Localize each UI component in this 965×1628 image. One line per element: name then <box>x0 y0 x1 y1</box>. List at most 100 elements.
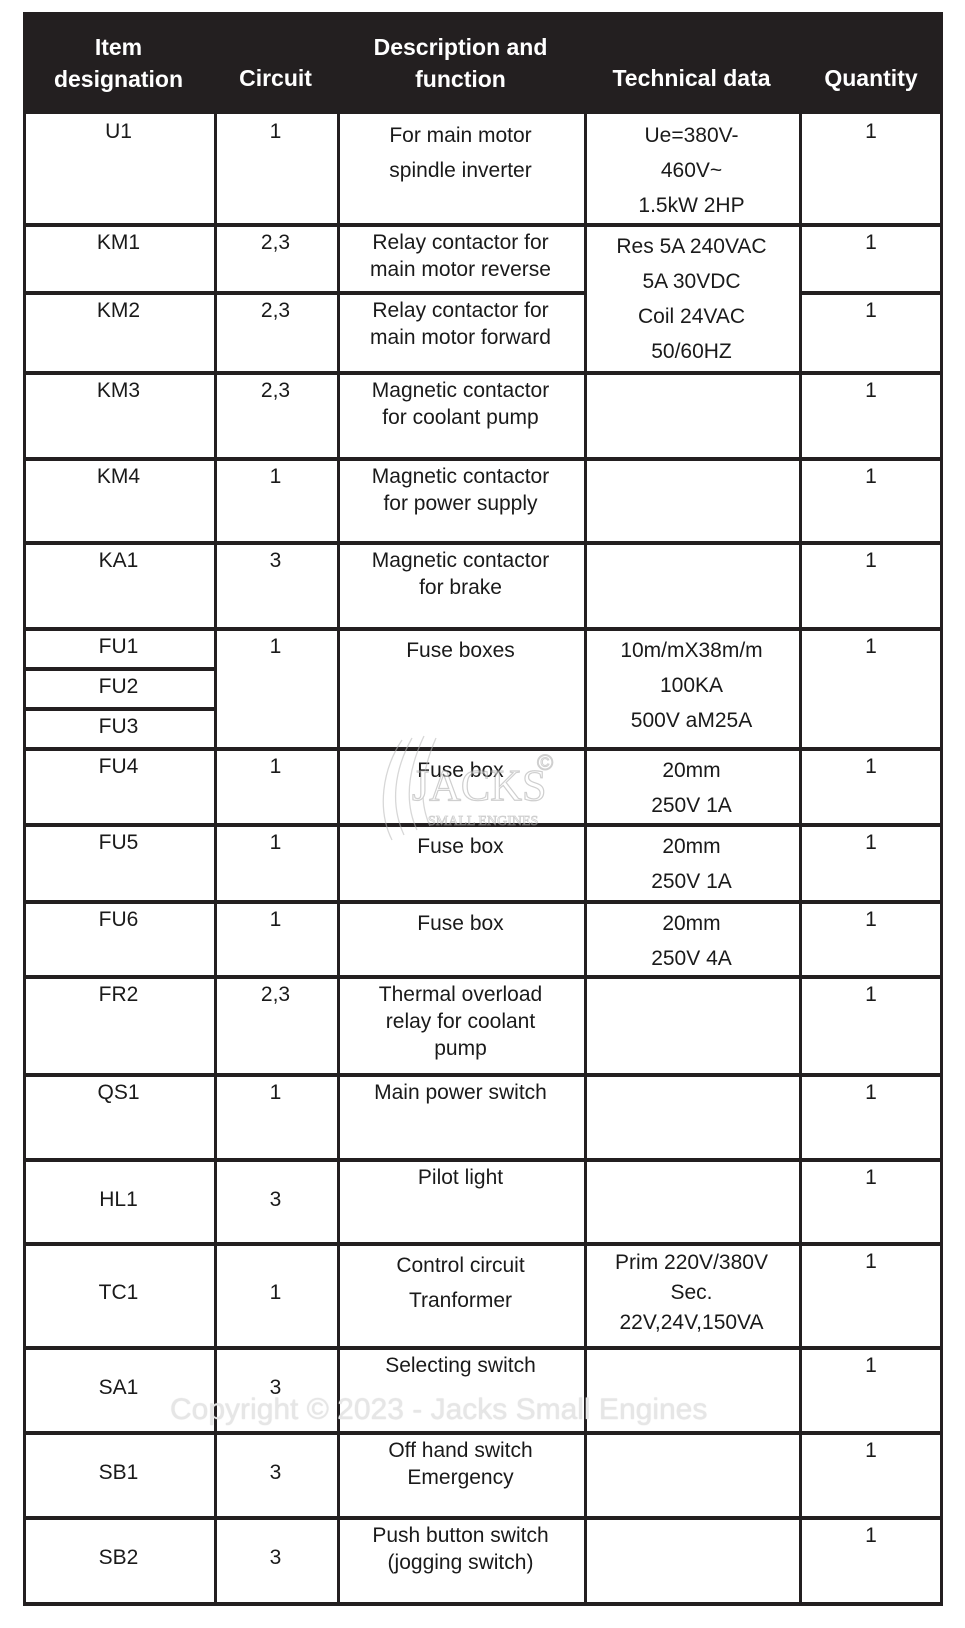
header-text: Description and <box>373 34 548 60</box>
quantity-text: 1 <box>865 120 877 143</box>
item-designation: KM1 <box>23 229 214 256</box>
circuit: 1 <box>214 1279 337 1306</box>
description-line: main motor reverse <box>370 258 551 281</box>
technical-data-line: Res 5A 240VAC <box>616 235 767 258</box>
circuit-text: 2,3 <box>260 379 291 402</box>
circuit: 3 <box>214 1374 337 1401</box>
item-designation-line: KM4 <box>96 465 141 488</box>
quantity-text: 1 <box>865 831 877 854</box>
row-divider <box>23 1431 943 1435</box>
technical-data-line: Sec. <box>670 1281 713 1304</box>
description: Main power switch <box>337 1079 584 1106</box>
quantity-text: 1 <box>865 1250 877 1273</box>
description-line: Thermal overload <box>378 983 543 1006</box>
circuit-text: 3 <box>269 1546 282 1569</box>
item-designation-line: U1 <box>105 120 132 143</box>
column-divider <box>799 114 802 1604</box>
item-designation-line: HL1 <box>99 1188 138 1211</box>
description-line: for coolant pump <box>382 406 539 429</box>
item-designation-line: FU6 <box>98 908 139 931</box>
technical-data-line: 20mm <box>662 912 721 935</box>
description: Magnetic contactor for brake <box>337 547 584 601</box>
description-line: Magnetic contactor <box>371 549 550 572</box>
quantity-text: 1 <box>865 755 877 778</box>
item-designation: SB1 <box>23 1459 214 1486</box>
circuit-text: 3 <box>269 1461 282 1484</box>
quantity-text: 1 <box>865 299 877 322</box>
row-divider <box>23 541 943 545</box>
item-designation-text: FU3 <box>98 715 139 738</box>
circuit: 1 <box>214 633 337 660</box>
description-line: Fuse box <box>417 759 504 782</box>
header-technical-data: Technical data <box>584 12 799 114</box>
technical-data-line: 100KA <box>659 674 724 697</box>
circuit: 2,3 <box>214 297 337 324</box>
circuit: 1 <box>214 906 337 933</box>
technical-data-line: 500V aM25A <box>630 709 753 732</box>
quantity-text: 1 <box>865 635 877 658</box>
quantity: 1 <box>799 753 943 780</box>
circuit-text: 1 <box>269 1081 282 1104</box>
item-designation-line: FR2 <box>98 983 139 1006</box>
quantity-text: 1 <box>865 379 877 402</box>
technical-data-line: Prim 220V/380V <box>615 1251 768 1274</box>
item-designation: FU1 <box>23 633 214 660</box>
row-divider <box>23 1516 943 1520</box>
item-designation-line: SB1 <box>98 1461 139 1484</box>
quantity: 1 <box>799 118 943 145</box>
item-designation: FU5 <box>23 829 214 856</box>
description-line: Magnetic contactor <box>371 379 550 402</box>
technical-data: 10m/mX38m/m 100KA 500V aM25A <box>584 633 799 738</box>
table-header: Item designation Circuit Description and f… <box>23 12 943 114</box>
description-line: for power supply <box>383 492 538 515</box>
item-designation-line: FU4 <box>98 755 139 778</box>
item-designation: KA1 <box>23 547 214 574</box>
technical-data: Res 5A 240VAC 5A 30VDC Coil 24VAC 50/60HZ <box>584 229 799 369</box>
description-line: Selecting switch <box>385 1354 536 1377</box>
technical-data: 20mm 250V 1A <box>584 829 799 899</box>
item-designation: U1 <box>23 118 214 145</box>
description-line: for brake <box>419 576 502 599</box>
quantity: 1 <box>799 229 943 256</box>
header-circuit: Circuit <box>214 12 337 114</box>
technical-data-line: Coil 24VAC <box>638 305 745 328</box>
description: For main motor spindle inverter <box>337 118 584 188</box>
circuit-text: 1 <box>269 635 282 658</box>
description-line: For main motor <box>389 124 532 147</box>
description: Pilot light <box>337 1164 584 1191</box>
header-quantity: Quantity <box>799 12 943 114</box>
circuit: 3 <box>214 1544 337 1571</box>
row-divider <box>799 291 943 295</box>
circuit: 3 <box>214 1186 337 1213</box>
item-designation-line: SA1 <box>98 1376 139 1399</box>
quantity: 1 <box>799 1079 943 1106</box>
technical-data-line: 20mm <box>662 759 721 782</box>
description-line: Fuse boxes <box>406 639 515 662</box>
header-description: Description and function <box>337 12 584 114</box>
item-designation-text: FU1 <box>98 635 139 658</box>
row-divider <box>23 900 943 904</box>
circuit-text: 1 <box>269 1281 282 1304</box>
circuit-text: 1 <box>269 908 282 931</box>
row-divider <box>23 223 943 227</box>
circuit-text: 1 <box>269 831 282 854</box>
circuit: 1 <box>214 829 337 856</box>
quantity: 1 <box>799 463 943 490</box>
quantity-text: 1 <box>865 1354 877 1377</box>
header-text: designation <box>53 66 184 92</box>
header-text: Item <box>94 34 143 60</box>
circuit: 3 <box>214 1459 337 1486</box>
quantity: 1 <box>799 829 943 856</box>
header-text: Circuit <box>239 65 312 91</box>
item-designation-line: FU5 <box>98 831 139 854</box>
header-text: Technical data <box>612 65 771 91</box>
circuit: 1 <box>214 463 337 490</box>
circuit: 1 <box>214 753 337 780</box>
description-line: Tranformer <box>408 1289 513 1312</box>
quantity: 1 <box>799 1352 943 1379</box>
circuit-text: 1 <box>269 755 282 778</box>
quantity-text: 1 <box>865 1081 877 1104</box>
technical-data: Ue=380V- 460V~ 1.5kW 2HP <box>584 118 799 223</box>
header-text: Quantity <box>824 65 918 91</box>
row-divider <box>23 823 943 827</box>
